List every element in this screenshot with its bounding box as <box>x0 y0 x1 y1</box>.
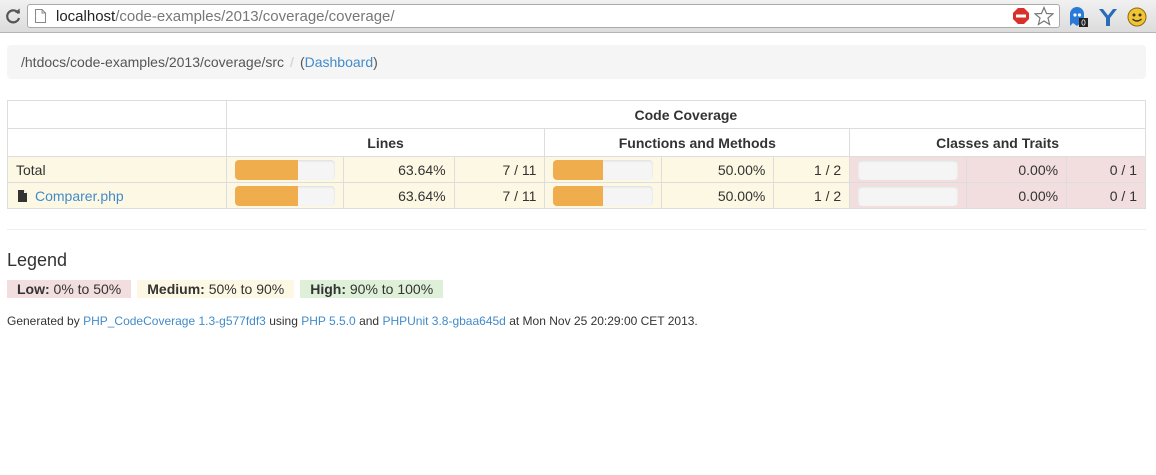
coverage-table: Code Coverage Lines Functions and Method… <box>7 100 1147 209</box>
functions-progress-bar <box>553 185 654 206</box>
lines-percent: 63.64% <box>342 182 455 209</box>
php-link[interactable]: PHP 5.5.0 <box>301 314 355 328</box>
classes-bar-cell <box>849 156 968 183</box>
lines-header: Lines <box>225 128 546 157</box>
functions-progress-fill <box>553 159 604 180</box>
classes-progress-bar <box>858 185 959 206</box>
legend-medium: Medium: 50% to 90% <box>137 280 295 298</box>
lines-ratio: 7 / 11 <box>453 156 546 183</box>
lines-bar-cell <box>225 156 344 183</box>
legend-high-label: High: <box>310 281 346 297</box>
legend-low-range: 0% to 50% <box>53 281 122 297</box>
page-icon <box>35 9 46 23</box>
url-text: localhost/code-examples/2013/coverage/co… <box>56 8 395 25</box>
url-path: /code-examples/2013/coverage/coverage/ <box>115 8 395 25</box>
file-icon <box>18 189 27 202</box>
ghost-extension-icon[interactable]: 0 <box>1067 6 1089 28</box>
legend-medium-range: 50% to 90% <box>208 281 285 297</box>
functions-bar-cell <box>544 156 663 183</box>
lines-progress-bar <box>234 185 335 206</box>
functions-bar-cell <box>544 182 663 209</box>
url-host: localhost <box>56 8 116 25</box>
functions-ratio: 1 / 2 <box>773 156 851 183</box>
classes-percent: 0.00% <box>966 182 1068 209</box>
breadcrumb: /htdocs/code-examples/2013/coverage/src /… <box>7 45 1146 79</box>
divider <box>7 229 1146 230</box>
breadcrumb-separator: / <box>290 54 294 70</box>
functions-header: Functions and Methods <box>544 128 851 157</box>
footer: Generated by PHP_CodeCoverage 1.3-g577fd… <box>7 314 698 328</box>
functions-progress-fill <box>553 185 604 206</box>
extension-badge: 0 <box>1081 19 1086 28</box>
bookmark-star-icon[interactable] <box>1034 6 1054 26</box>
classes-header: Classes and Traits <box>849 128 1146 157</box>
functions-ratio: 1 / 2 <box>773 182 851 209</box>
lines-bar-cell <box>225 182 344 209</box>
reload-icon[interactable] <box>4 7 22 25</box>
lines-ratio: 7 / 11 <box>453 182 546 209</box>
footer-timestamp: at Mon Nov 25 20:29:00 CET 2013. <box>509 314 698 328</box>
php-codecoverage-link[interactable]: PHP_CodeCoverage 1.3-g577fdf3 <box>83 314 266 328</box>
adblock-icon[interactable] <box>1013 8 1029 24</box>
code-coverage-header: Code Coverage <box>225 100 1147 129</box>
footer-prefix: Generated by <box>7 314 80 328</box>
phpunit-link[interactable]: PHPUnit 3.8-gbaa645d <box>382 314 505 328</box>
address-bar[interactable]: localhost/code-examples/2013/coverage/co… <box>27 4 1060 28</box>
lines-percent: 63.64% <box>342 156 455 183</box>
header-row-group: Code Coverage <box>7 100 1147 129</box>
header-empty-cell <box>7 100 227 129</box>
functions-percent: 50.00% <box>661 156 775 183</box>
functions-progress-bar <box>553 159 654 180</box>
functions-percent: 50.00% <box>661 182 775 209</box>
comparer-file-link[interactable]: Comparer.php <box>35 188 124 204</box>
browser-toolbar: localhost/code-examples/2013/coverage/co… <box>0 0 1156 33</box>
legend-high-range: 90% to 100% <box>349 281 434 297</box>
row-name-cell: Comparer.php <box>7 182 227 209</box>
table-row: Comparer.php 63.64% 7 / 11 50.00% 1 / 2 … <box>7 182 1146 209</box>
classes-ratio: 0 / 1 <box>1066 156 1146 183</box>
breadcrumb-path: /htdocs/code-examples/2013/coverage/src <box>21 54 285 70</box>
dashboard-link[interactable]: Dashboard <box>305 54 374 70</box>
legend-high: High: 90% to 100% <box>300 280 444 298</box>
yslow-extension-icon[interactable] <box>1097 6 1119 28</box>
footer-and: and <box>359 314 380 328</box>
breadcrumb-paren-close: ) <box>373 54 378 70</box>
classes-ratio: 0 / 1 <box>1066 182 1146 209</box>
lines-progress-fill <box>234 159 299 180</box>
classes-bar-cell <box>849 182 968 209</box>
classes-progress-bar <box>858 159 959 180</box>
lines-progress-fill <box>234 185 299 206</box>
legend-low: Low: 0% to 50% <box>7 280 132 298</box>
footer-using: using <box>269 314 298 328</box>
legend-medium-label: Medium: <box>147 281 205 297</box>
legend-title: Legend <box>7 250 68 270</box>
header-row-columns: Lines Functions and Methods Classes and … <box>7 128 1146 157</box>
legend: Low: 0% to 50% Medium: 50% to 90% High: 90… <box>7 280 449 298</box>
table-row: Total 63.64% 7 / 11 50.00% 1 / 2 0.00% 0… <box>7 156 1146 183</box>
legend-low-label: Low: <box>17 281 50 297</box>
header-empty-cell <box>7 128 227 157</box>
row-name: Total <box>7 156 227 183</box>
smiley-extension-icon[interactable] <box>1126 6 1148 28</box>
lines-progress-bar <box>234 159 335 180</box>
classes-percent: 0.00% <box>966 156 1068 183</box>
